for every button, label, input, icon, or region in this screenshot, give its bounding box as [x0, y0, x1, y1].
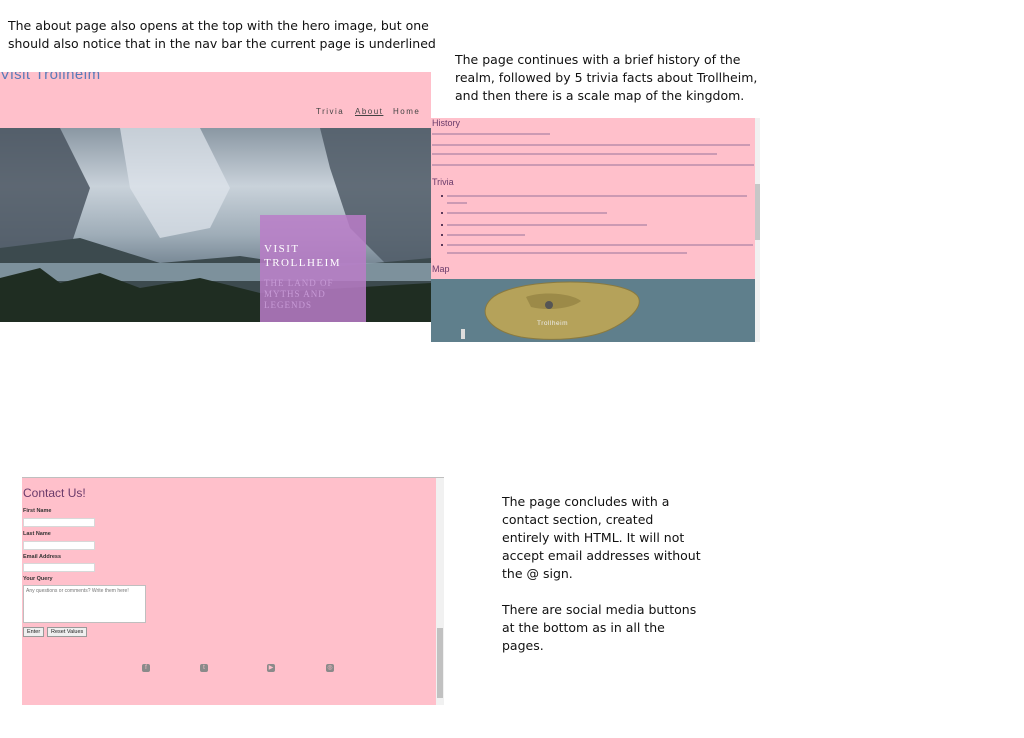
trivia-bullet [441, 244, 443, 246]
scrollbar-thumb[interactable] [755, 184, 760, 240]
trivia-heading: Trivia [432, 177, 454, 187]
query-label: Your Query [23, 576, 53, 582]
trivia-item [447, 252, 687, 254]
nav-trivia[interactable]: Trivia [316, 107, 344, 116]
trivia-item [447, 195, 747, 197]
history-text-line [432, 153, 717, 155]
site-title[interactable]: Visit Trollheim [0, 72, 101, 83]
kingdom-map: Trollheim [431, 279, 755, 342]
nav-about[interactable]: About [355, 107, 383, 116]
reset-button[interactable]: Reset Values [47, 627, 88, 637]
hero-screenshot: Visit Trollheim Trivia About Home VISIT … [0, 72, 431, 322]
history-heading: History [432, 118, 461, 128]
annotation-hero: The about page also opens at the top wit… [8, 18, 436, 51]
query-textarea[interactable] [23, 585, 146, 623]
contact-screenshot: Contact Us! First Name Last Name Email A… [22, 477, 444, 705]
history-text-line [432, 144, 750, 146]
contact-title: Contact Us! [23, 486, 86, 500]
trivia-item [447, 234, 525, 236]
trivia-bullet [441, 212, 443, 214]
trivia-item [447, 202, 467, 204]
trivia-item [447, 224, 647, 226]
scrollbar-thumb[interactable] [437, 628, 443, 698]
email-field[interactable] [23, 563, 95, 572]
annotation-history: The page continues with a brief history … [455, 52, 758, 103]
scrollbar[interactable] [755, 118, 760, 342]
last-name-field[interactable] [23, 541, 95, 550]
youtube-icon[interactable]: ▶ [267, 664, 275, 672]
facebook-icon[interactable]: f [142, 664, 150, 672]
site-header: Visit Trollheim Trivia About Home [0, 72, 431, 128]
email-label: Email Address [23, 554, 62, 560]
history-text-line [432, 133, 550, 135]
submit-button[interactable]: Enter [23, 627, 45, 637]
first-name-field[interactable] [23, 518, 95, 527]
trivia-item [447, 244, 753, 246]
nav-home[interactable]: Home [393, 107, 420, 116]
trivia-item [447, 212, 607, 214]
hero-image [0, 128, 431, 322]
history-text-line [432, 164, 754, 166]
annotation-social: There are social media buttons at the bo… [502, 602, 697, 653]
map-heading: Map [432, 264, 450, 274]
hero-title-box: VISIT TROLLHEIM THE LAND OF MYTHS AND LE… [260, 215, 366, 322]
instagram-icon[interactable]: ◎ [326, 664, 334, 672]
trivia-bullet [441, 195, 443, 197]
scrollbar[interactable] [436, 478, 444, 705]
map-label: Trollheim [537, 320, 568, 327]
twitter-icon[interactable]: t [200, 664, 208, 672]
hero-title: VISIT TROLLHEIM [264, 243, 342, 269]
trivia-bullet [441, 224, 443, 226]
trivia-bullet [441, 234, 443, 236]
hero-subtitle: THE LAND OF MYTHS AND LEGENDS [264, 278, 334, 310]
last-name-label: Last Name [23, 531, 51, 537]
first-name-label: First Name [23, 508, 52, 514]
annotation-contact: The page concludes with a contact sectio… [502, 494, 701, 581]
history-screenshot: History Trivia Map Trollheim [431, 118, 760, 342]
